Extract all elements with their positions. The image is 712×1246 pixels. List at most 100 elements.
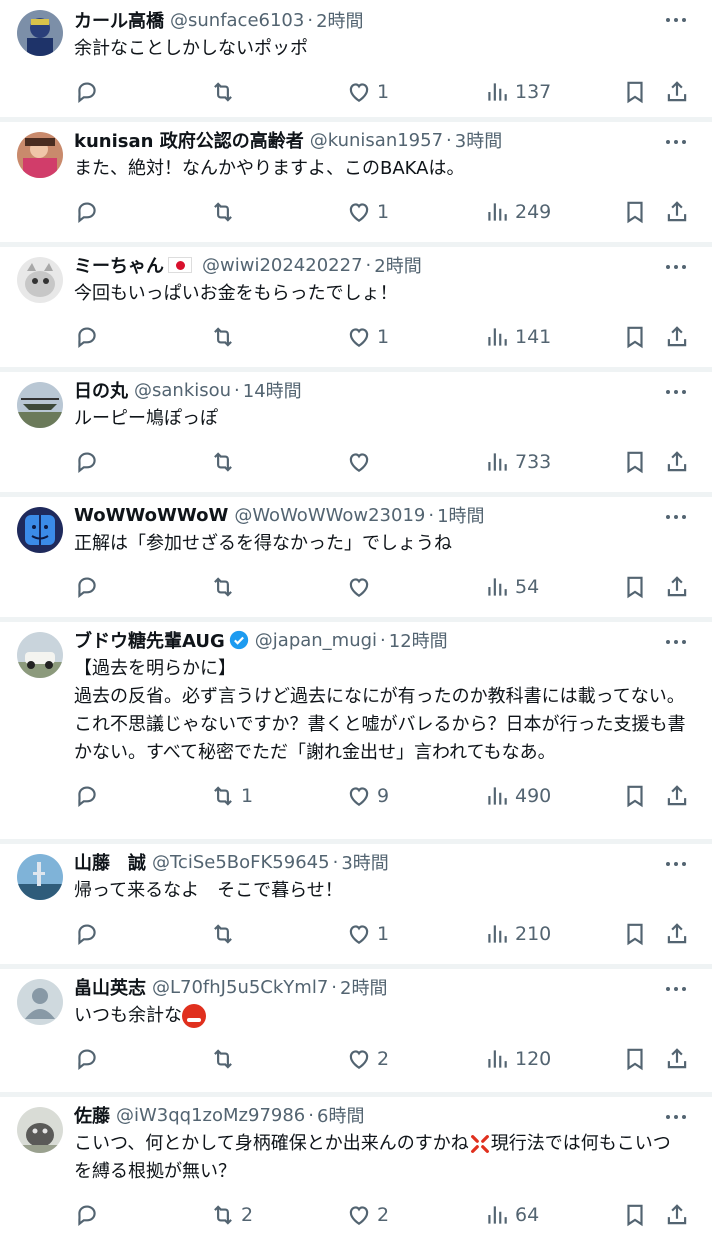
reply-button[interactable] <box>74 573 105 601</box>
more-icon[interactable] <box>664 638 688 646</box>
avatar[interactable] <box>17 1107 63 1153</box>
bookmark-button[interactable] <box>622 448 648 476</box>
avatar[interactable] <box>17 507 63 553</box>
views-button[interactable]: 733 <box>484 448 551 476</box>
share-button[interactable] <box>664 448 690 476</box>
timestamp[interactable]: 2時間 <box>374 252 421 278</box>
views-button[interactable]: 141 <box>484 323 551 351</box>
like-button[interactable]: 1 <box>346 198 389 226</box>
tweet[interactable]: kunisan 政府公認の高齢者 @kunisan1957 · 3時間 また、絶… <box>0 122 712 247</box>
tweet[interactable]: 山藤 誠 @TciSe5BoFK59645 · 3時間 帰って来るなよ そこで暮… <box>0 844 712 969</box>
timestamp[interactable]: 14時間 <box>243 377 302 403</box>
avatar[interactable] <box>17 854 63 900</box>
views-button[interactable]: 64 <box>484 1201 539 1229</box>
views-button[interactable]: 490 <box>484 782 551 810</box>
avatar[interactable] <box>17 382 63 428</box>
share-button[interactable] <box>664 1045 690 1073</box>
user-handle[interactable]: @WoWoWWow23019 <box>234 505 425 526</box>
display-name[interactable]: 佐藤 <box>74 1102 110 1128</box>
user-handle[interactable]: @L70fhJ5u5CkYml7 <box>152 977 328 998</box>
bookmark-button[interactable] <box>622 1045 648 1073</box>
share-button[interactable] <box>664 78 690 106</box>
more-icon[interactable] <box>664 1113 688 1121</box>
user-handle[interactable]: @iW3qq1zoMz97986 <box>116 1105 305 1126</box>
reply-button[interactable] <box>74 1201 105 1229</box>
bookmark-button[interactable] <box>622 78 648 106</box>
reply-button[interactable] <box>74 78 105 106</box>
avatar[interactable] <box>17 132 63 178</box>
retweet-button[interactable] <box>210 1045 241 1073</box>
avatar[interactable] <box>17 10 63 56</box>
more-icon[interactable] <box>664 985 688 993</box>
views-button[interactable]: 54 <box>484 573 539 601</box>
retweet-button[interactable] <box>210 448 241 476</box>
bookmark-button[interactable] <box>622 198 648 226</box>
bookmark-button[interactable] <box>622 573 648 601</box>
share-button[interactable] <box>664 198 690 226</box>
more-icon[interactable] <box>664 16 688 24</box>
bookmark-button[interactable] <box>622 782 648 810</box>
display-name[interactable]: WoWWoWWoW <box>74 505 228 526</box>
reply-button[interactable] <box>74 920 105 948</box>
retweet-button[interactable] <box>210 198 241 226</box>
timestamp[interactable]: 2時間 <box>340 974 387 1000</box>
user-handle[interactable]: @wiwi202420227 <box>202 255 363 276</box>
retweet-button[interactable] <box>210 573 241 601</box>
timestamp[interactable]: 1時間 <box>437 502 484 528</box>
bookmark-button[interactable] <box>622 920 648 948</box>
avatar[interactable] <box>17 979 63 1025</box>
like-button[interactable]: 2 <box>346 1045 389 1073</box>
tweet[interactable]: ブドウ糖先輩AUG @japan_mugi · 12時間 【過去を明らかに】 過… <box>0 622 712 844</box>
share-button[interactable] <box>664 1201 690 1229</box>
more-icon[interactable] <box>664 388 688 396</box>
display-name[interactable]: 畠山英志 <box>74 974 146 1000</box>
tweet[interactable]: 畠山英志 @L70fhJ5u5CkYml7 · 2時間 いつも余計な 2 120 <box>0 969 712 1097</box>
retweet-button[interactable]: 1 <box>210 782 253 810</box>
reply-button[interactable] <box>74 1045 105 1073</box>
like-button[interactable]: 2 <box>346 1201 389 1229</box>
like-button[interactable]: 9 <box>346 782 389 810</box>
timestamp[interactable]: 3時間 <box>455 127 502 153</box>
avatar[interactable] <box>17 632 63 678</box>
share-button[interactable] <box>664 323 690 351</box>
display-name[interactable]: kunisan 政府公認の高齢者 <box>74 127 304 153</box>
share-button[interactable] <box>664 920 690 948</box>
bookmark-button[interactable] <box>622 323 648 351</box>
user-handle[interactable]: @kunisan1957 <box>310 130 443 151</box>
reply-button[interactable] <box>74 448 105 476</box>
user-handle[interactable]: @TciSe5BoFK59645 <box>152 852 330 873</box>
share-button[interactable] <box>664 782 690 810</box>
display-name[interactable]: ブドウ糖先輩AUG <box>74 627 225 653</box>
views-button[interactable]: 120 <box>484 1045 551 1073</box>
display-name[interactable]: 日の丸 <box>74 377 128 403</box>
reply-button[interactable] <box>74 198 105 226</box>
retweet-button[interactable]: 2 <box>210 1201 253 1229</box>
timestamp[interactable]: 6時間 <box>317 1102 364 1128</box>
more-icon[interactable] <box>664 263 688 271</box>
more-icon[interactable] <box>664 513 688 521</box>
more-icon[interactable] <box>664 860 688 868</box>
like-button[interactable]: 1 <box>346 920 389 948</box>
timestamp[interactable]: 2時間 <box>316 7 363 33</box>
display-name[interactable]: カール高橋 <box>74 7 164 33</box>
views-button[interactable]: 249 <box>484 198 551 226</box>
retweet-button[interactable] <box>210 323 241 351</box>
user-handle[interactable]: @japan_mugi <box>255 630 377 651</box>
bookmark-button[interactable] <box>622 1201 648 1229</box>
user-handle[interactable]: @sankisou <box>134 380 231 401</box>
reply-button[interactable] <box>74 782 105 810</box>
like-button[interactable]: 1 <box>346 78 389 106</box>
retweet-button[interactable] <box>210 920 241 948</box>
reply-button[interactable] <box>74 323 105 351</box>
display-name[interactable]: 山藤 誠 <box>74 849 146 875</box>
tweet[interactable]: WoWWoWWoW @WoWoWWow23019 · 1時間 正解は「参加せざる… <box>0 497 712 622</box>
tweet[interactable]: ミーちゃん @wiwi202420227 · 2時間 今回もいっぱいお金をもらっ… <box>0 247 712 372</box>
user-handle[interactable]: @sunface6103 <box>170 10 304 31</box>
views-button[interactable]: 210 <box>484 920 551 948</box>
avatar[interactable] <box>17 257 63 303</box>
like-button[interactable] <box>346 573 377 601</box>
display-name[interactable]: ミーちゃん <box>74 252 164 278</box>
timestamp[interactable]: 12時間 <box>389 627 448 653</box>
retweet-button[interactable] <box>210 78 241 106</box>
like-button[interactable]: 1 <box>346 323 389 351</box>
